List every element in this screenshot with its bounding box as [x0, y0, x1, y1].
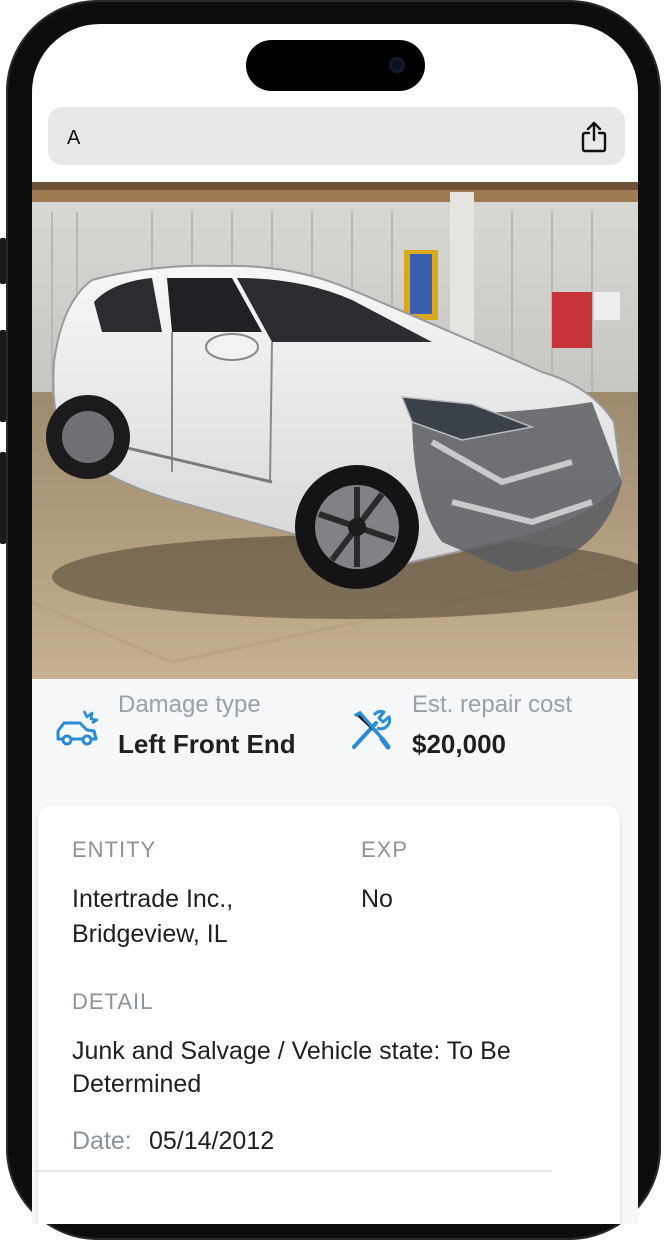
- volume-down-button: [0, 452, 6, 544]
- wrench-screwdriver-icon: [352, 709, 392, 750]
- dynamic-island: [246, 40, 425, 91]
- detail-line-2: Determined: [72, 1070, 202, 1098]
- record-card: ENTITY Intertrade Inc., Bridgeview, IL E…: [38, 805, 620, 1224]
- repair-cost-label: Est. repair cost: [412, 691, 573, 718]
- exp-value: No: [361, 885, 393, 913]
- detail-line-1: Junk and Salvage / Vehicle state: To Be: [72, 1037, 511, 1065]
- date-value: 05/14/2012: [149, 1127, 275, 1155]
- damage-summary: Damage type Left Front End Est. repair c…: [32, 679, 638, 799]
- vehicle-photo: [32, 182, 638, 679]
- damage-type-value: Left Front End: [118, 729, 296, 759]
- entity-line-1: Intertrade Inc.,: [72, 885, 234, 913]
- address-bar[interactable]: A: [48, 107, 625, 165]
- url-text[interactable]: A: [67, 127, 80, 150]
- entity-line-2: Bridgeview, IL: [72, 920, 228, 948]
- divider: [34, 1170, 552, 1172]
- camera-icon: [389, 57, 405, 73]
- damage-type-label: Damage type: [118, 691, 261, 718]
- detail-label: DETAIL: [72, 989, 154, 1014]
- entity-label: ENTITY: [72, 837, 157, 862]
- phone-screen: A Damage type Left Front End Est. repair…: [32, 24, 638, 1224]
- date-label: Date:: [72, 1127, 132, 1155]
- repair-cost-value: $20,000: [412, 729, 506, 759]
- share-icon[interactable]: [579, 121, 609, 153]
- volume-up-button: [0, 330, 6, 422]
- car-damage-icon: [56, 710, 99, 746]
- silent-switch: [0, 238, 6, 284]
- exp-label: EXP: [361, 837, 409, 862]
